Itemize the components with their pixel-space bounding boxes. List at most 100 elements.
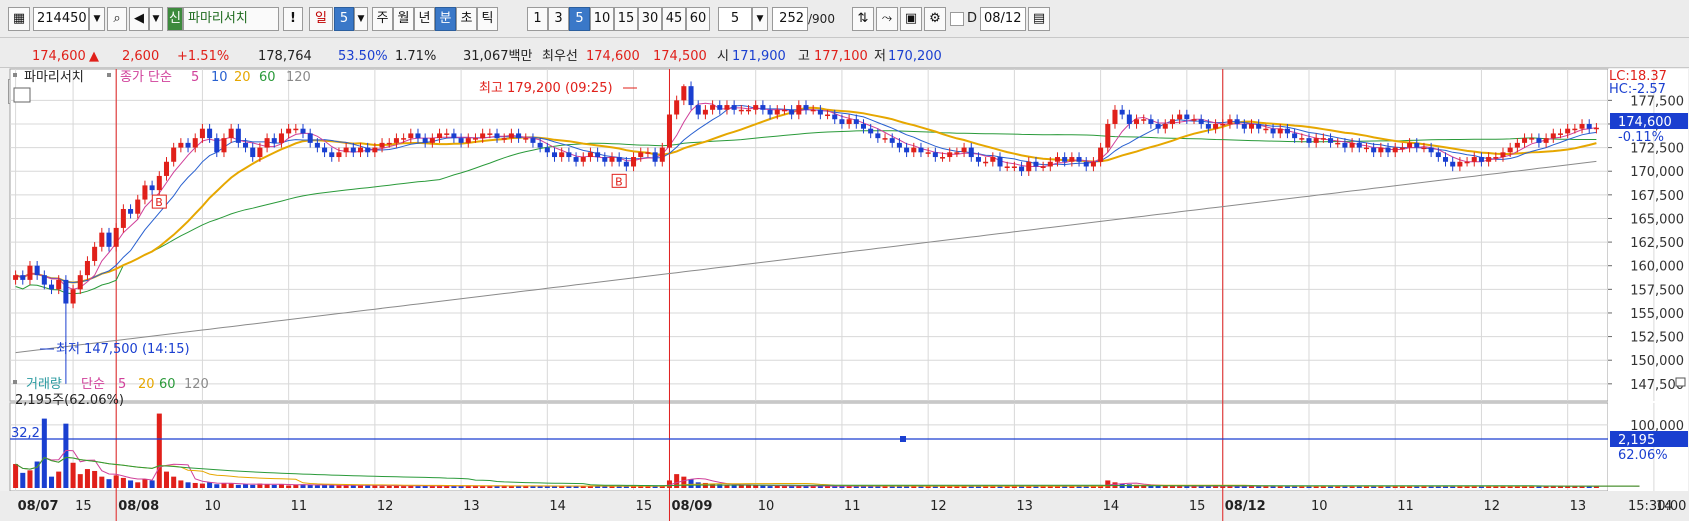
y-tick-label: 170,000 — [1630, 165, 1684, 180]
price-change: 2,600 — [122, 49, 160, 64]
candle-body — [228, 128, 234, 139]
candle-body — [710, 105, 716, 110]
candle-body — [1040, 166, 1046, 168]
bar-count-total: /900 — [808, 12, 835, 26]
high-label: 고 — [798, 49, 810, 64]
candle-body — [357, 147, 364, 153]
candle-body — [458, 138, 464, 143]
gear-icon[interactable]: ⚙ — [924, 7, 946, 31]
candle-body — [408, 133, 414, 139]
y-tick-label: 150,000 — [1630, 354, 1684, 369]
period-button[interactable]: 틱 — [477, 7, 498, 31]
candle-body — [429, 138, 435, 143]
custom-period-input[interactable]: 5 — [718, 7, 752, 31]
candle-body — [659, 147, 665, 162]
candle-body — [135, 199, 141, 214]
candle-body — [523, 138, 529, 140]
candle-body — [415, 133, 421, 139]
low-price: 170,200 — [888, 49, 942, 64]
candle-body — [41, 275, 47, 285]
ma60-legend: 60 — [259, 70, 276, 85]
x-tick-label: 10 — [758, 499, 775, 514]
period-day-dropdown-icon[interactable]: ▼ — [354, 7, 368, 31]
date-input[interactable]: 08/12 — [980, 7, 1026, 31]
candle-body — [1407, 142, 1413, 148]
minute-button[interactable]: 10 — [590, 7, 614, 31]
candle-body — [293, 128, 299, 131]
minute-button[interactable]: 60 — [686, 7, 710, 31]
x-tick-label: 11 — [1397, 499, 1414, 514]
candle-body — [544, 147, 550, 153]
candle-body — [1320, 138, 1326, 140]
candle-body — [1141, 119, 1147, 121]
save-icon[interactable]: ▣ — [900, 7, 922, 31]
stock-code-dropdown-icon[interactable]: ▼ — [89, 7, 105, 31]
panel-minimize-icon[interactable] — [1675, 377, 1686, 387]
minute-button[interactable]: 30 — [638, 7, 662, 31]
current-change-label: -0.11% — [1618, 130, 1664, 145]
custom-period-dropdown-icon[interactable]: ▼ — [752, 7, 768, 31]
stock-code-input[interactable]: 214450 — [33, 7, 89, 31]
period-button[interactable]: 주 — [372, 7, 393, 31]
candle-body — [1162, 123, 1168, 129]
x-tick-label: 08/12 — [1225, 499, 1266, 514]
candle-body — [1248, 123, 1255, 129]
ma-legend-prefix: 종가 단순 — [120, 70, 172, 85]
speaker-dropdown-icon[interactable]: ▼ — [149, 7, 163, 31]
volume-left-label: 32,2 — [11, 426, 40, 441]
volume-bar — [13, 464, 19, 488]
vma5-legend: 5 — [118, 377, 126, 392]
price-volume-chart[interactable]: 177,500175,000172,500170,000167,500165,0… — [0, 68, 1689, 521]
candle-body — [142, 185, 148, 200]
candle-body — [1098, 147, 1104, 162]
candle-body — [508, 133, 514, 139]
minute-button[interactable]: 1 — [527, 7, 548, 31]
trend-line-icon[interactable]: ⤳ — [876, 7, 898, 31]
minute-button[interactable]: 5 — [569, 7, 590, 31]
minute-button[interactable]: 45 — [662, 7, 686, 31]
volume-bar — [235, 484, 241, 488]
candle-body — [63, 279, 69, 304]
calendar-icon[interactable]: ▤ — [1028, 7, 1050, 31]
bar-count-input[interactable]: 252 — [772, 7, 808, 31]
data-table-icon[interactable] — [13, 87, 31, 103]
candle-body — [1414, 142, 1420, 148]
candle-body — [393, 138, 399, 143]
period-button[interactable]: 분 — [435, 7, 456, 31]
minute-button[interactable]: 3 — [548, 7, 569, 31]
candle-body — [1054, 157, 1061, 162]
candle-body — [825, 114, 831, 117]
period-button[interactable]: 월 — [393, 7, 414, 31]
x-tick-label: 12 — [377, 499, 394, 514]
candle-body — [738, 109, 744, 112]
ma10-legend: 10 — [211, 70, 228, 85]
stock-name-field[interactable]: 파마리서치 — [183, 7, 279, 31]
period-button[interactable]: 년 — [414, 7, 435, 31]
period-day-button[interactable]: 일 — [309, 7, 333, 31]
alert-button[interactable]: ! — [283, 7, 303, 31]
chart-settings-icon[interactable]: ▦ — [8, 7, 30, 31]
volume-bar — [77, 474, 83, 488]
candle-body — [968, 147, 974, 158]
speaker-icon[interactable]: ◀ — [129, 7, 149, 31]
volume-bar — [214, 484, 220, 488]
indicator-icon[interactable]: ⇅ — [852, 7, 874, 31]
date-checkbox[interactable] — [950, 12, 964, 26]
candle-body — [27, 265, 33, 280]
candle-body — [286, 128, 292, 134]
volume-bar — [192, 482, 198, 488]
candle-body — [264, 138, 270, 148]
period-button[interactable]: 초 — [456, 7, 477, 31]
candle-body — [954, 152, 960, 154]
minute-button[interactable]: 15 — [614, 7, 638, 31]
volume-bar — [250, 484, 256, 488]
x-tick-label: 08/08 — [118, 499, 159, 514]
candle-body — [1529, 138, 1535, 140]
volume-bar — [767, 486, 773, 488]
best-label: 최우선 — [542, 49, 578, 64]
candle-body — [1270, 128, 1276, 134]
candle-body — [1205, 123, 1211, 129]
vma60-legend: 60 — [159, 377, 176, 392]
period-day-count[interactable]: 5 — [334, 7, 354, 31]
search-icon[interactable]: ⌕ — [107, 7, 127, 31]
